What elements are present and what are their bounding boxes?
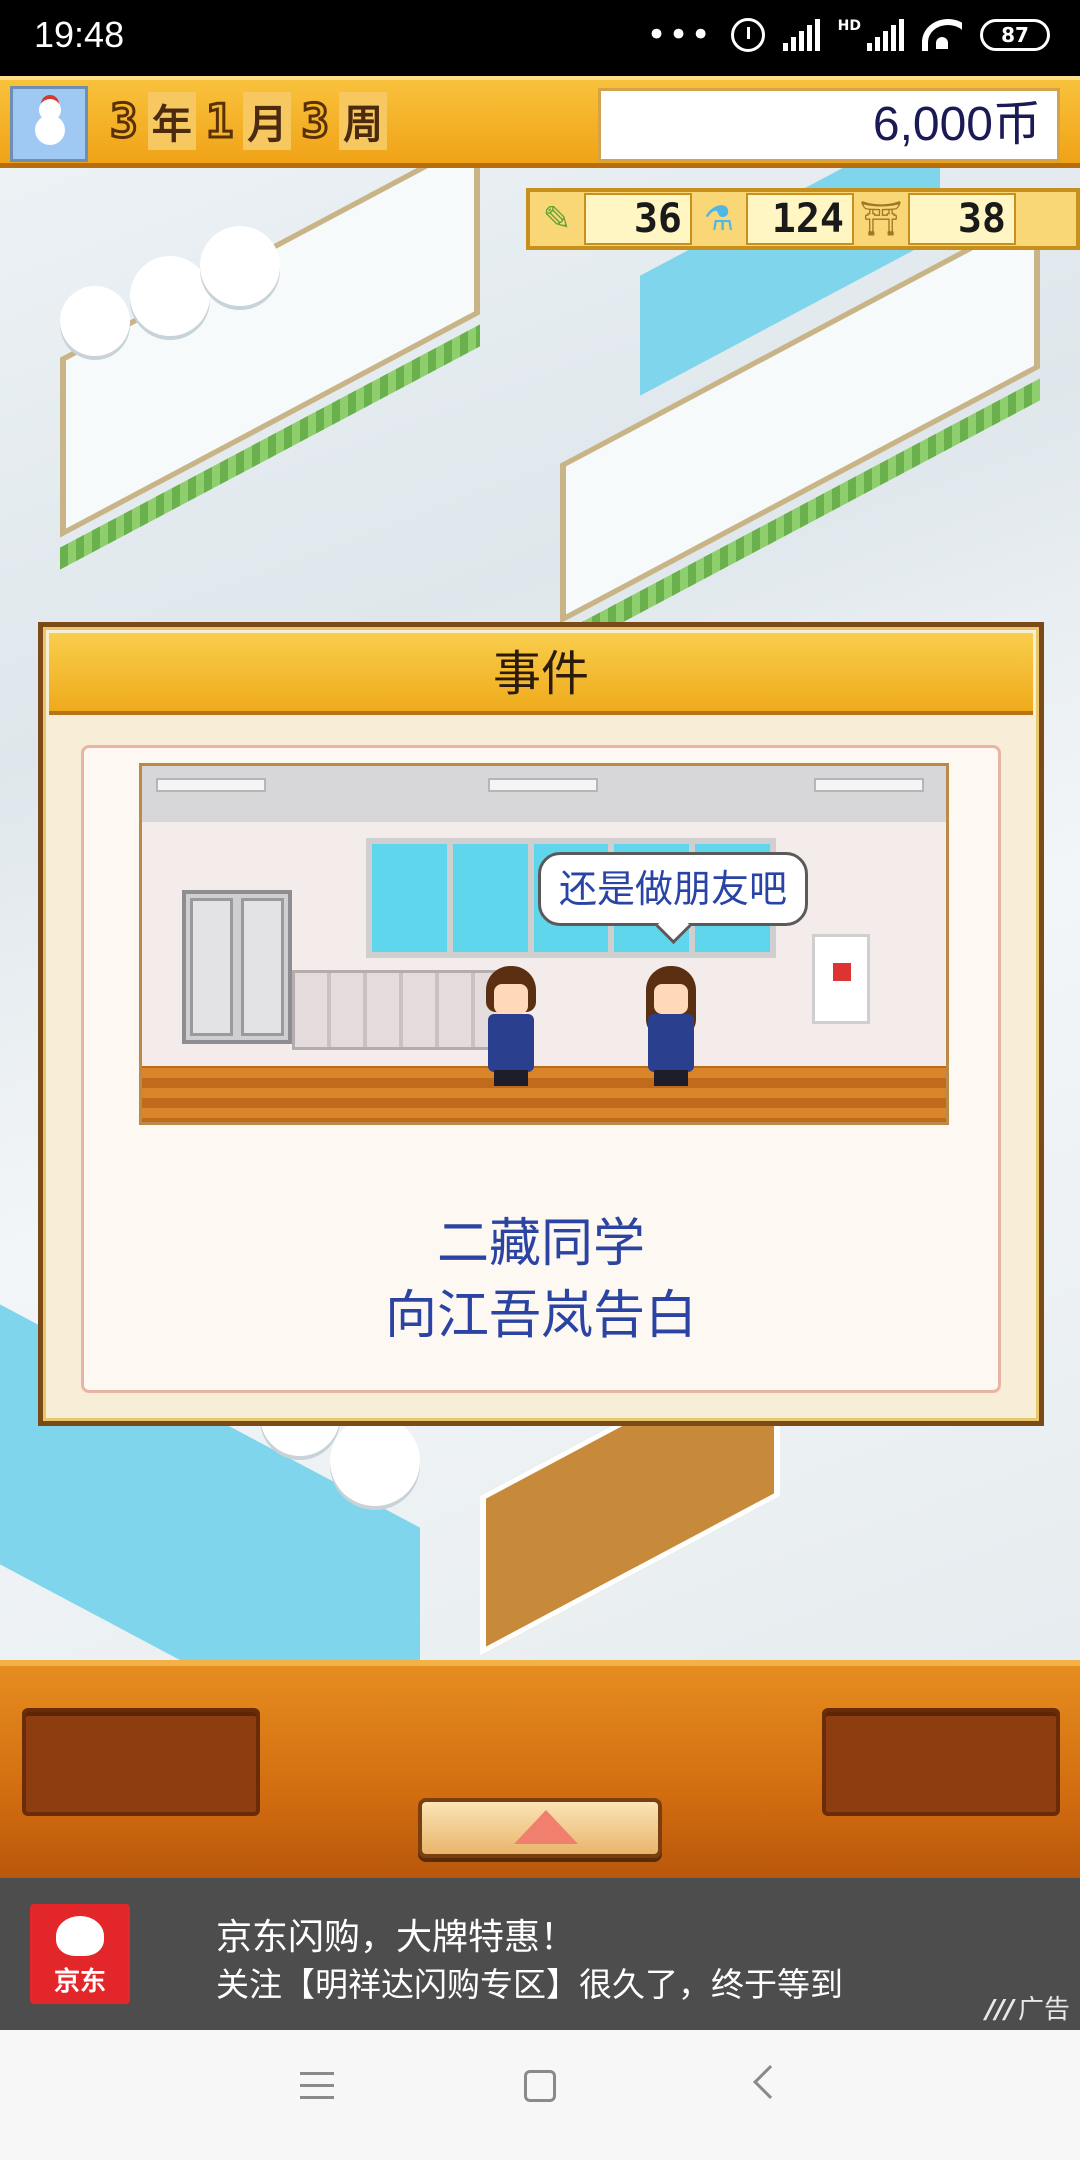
- menu-icon[interactable]: [300, 2072, 334, 2102]
- snowy-tree: [200, 226, 280, 306]
- ceiling-light: [156, 778, 266, 792]
- stats-bar: ✎ 36 ⚗ 124 ⛩ 38: [526, 188, 1080, 250]
- ad-banner[interactable]: 京东 京东闪购，大牌特惠！ 关注【明祥达闪购专区】很久了，终于等到 ///广告: [0, 1878, 1080, 2030]
- event-line-1: 二藏同学: [436, 1214, 645, 1274]
- pencil-icon: ✎: [542, 199, 572, 239]
- wooden-floor: [142, 1066, 946, 1122]
- reputation-stat: 38: [908, 193, 1016, 245]
- ad-title[interactable]: 京东闪购，大牌特惠！: [216, 1908, 576, 1960]
- top-hud: 3 年 1 月 3 周 6,000币: [0, 76, 1080, 168]
- hd-label: HD: [837, 18, 861, 34]
- ceiling: [142, 766, 946, 822]
- week-value: 3: [300, 93, 331, 150]
- alarm-icon: [730, 18, 765, 52]
- month-value: 1: [204, 93, 235, 150]
- jd-logo-text: 京东: [53, 1967, 106, 1997]
- ad-tag-text: 广告: [1017, 1995, 1070, 2025]
- study-stat: 36: [584, 193, 692, 245]
- game-map[interactable]: 3 年 1 月 3 周 6,000币 ✎ 36 ⚗ 124 ⛩ 38 事件 还是…: [0, 76, 1080, 1660]
- right-menu-panel[interactable]: [822, 1708, 1060, 1816]
- event-dialog[interactable]: 事件 还是做朋友吧 二藏同学 向江吾岚告白: [38, 622, 1044, 1426]
- system-nav-bar: [0, 2030, 1080, 2160]
- event-line-2: 向江吾岚告白: [384, 1286, 697, 1346]
- ad-network-icon: ///: [985, 1995, 1014, 2025]
- year-unit: 年: [147, 92, 196, 150]
- ad-description[interactable]: 关注【明祥达闪购专区】很久了，终于等到: [216, 1958, 843, 2006]
- back-icon[interactable]: [753, 2065, 787, 2099]
- expand-menu-button[interactable]: [418, 1798, 662, 1858]
- speech-bubble: 还是做朋友吧: [538, 852, 808, 926]
- game-date: 3 年 1 月 3 周: [109, 92, 388, 150]
- snowy-tree: [330, 1416, 420, 1506]
- month-unit: 月: [243, 92, 292, 150]
- clock: 19:48: [34, 14, 125, 55]
- home-icon[interactable]: [524, 2070, 556, 2102]
- bottom-control-bar: [0, 1660, 1080, 1878]
- signal-icon: [782, 19, 820, 51]
- status-icons: ••• HD 87: [646, 18, 1050, 52]
- week-unit: 周: [339, 92, 388, 150]
- snowman-icon: [27, 95, 71, 153]
- ceiling-light: [814, 778, 924, 792]
- bell-icon: ⛩: [859, 199, 903, 239]
- battery-icon: 87: [980, 19, 1050, 51]
- avatar[interactable]: [10, 86, 88, 162]
- research-stat: 124: [746, 193, 854, 245]
- left-menu-panel[interactable]: [22, 1708, 260, 1816]
- dialog-title: 事件: [49, 633, 1033, 715]
- event-scene: 还是做朋友吧: [139, 763, 949, 1125]
- up-arrow-icon: [514, 1810, 578, 1844]
- girl-character: [640, 966, 700, 1086]
- flask-icon: ⚗: [703, 199, 735, 239]
- coins-display: 6,000币: [598, 88, 1060, 162]
- jd-logo[interactable]: 京东: [30, 1904, 130, 2004]
- boy-character: [480, 966, 540, 1086]
- jd-dog-icon: [56, 1916, 104, 1956]
- snowy-tree: [60, 286, 130, 356]
- locker: [182, 890, 292, 1044]
- ceiling-light: [488, 778, 598, 792]
- more-dots-icon: •••: [646, 15, 713, 55]
- wifi-icon: [922, 19, 962, 51]
- snowy-tree: [130, 256, 210, 336]
- year-value: 3: [109, 93, 140, 150]
- ad-label: ///广告: [985, 1989, 1070, 2026]
- status-bar: 19:48 ••• HD 87: [0, 0, 1080, 76]
- wall-poster: [812, 934, 870, 1024]
- signal-hd-icon: [867, 19, 904, 51]
